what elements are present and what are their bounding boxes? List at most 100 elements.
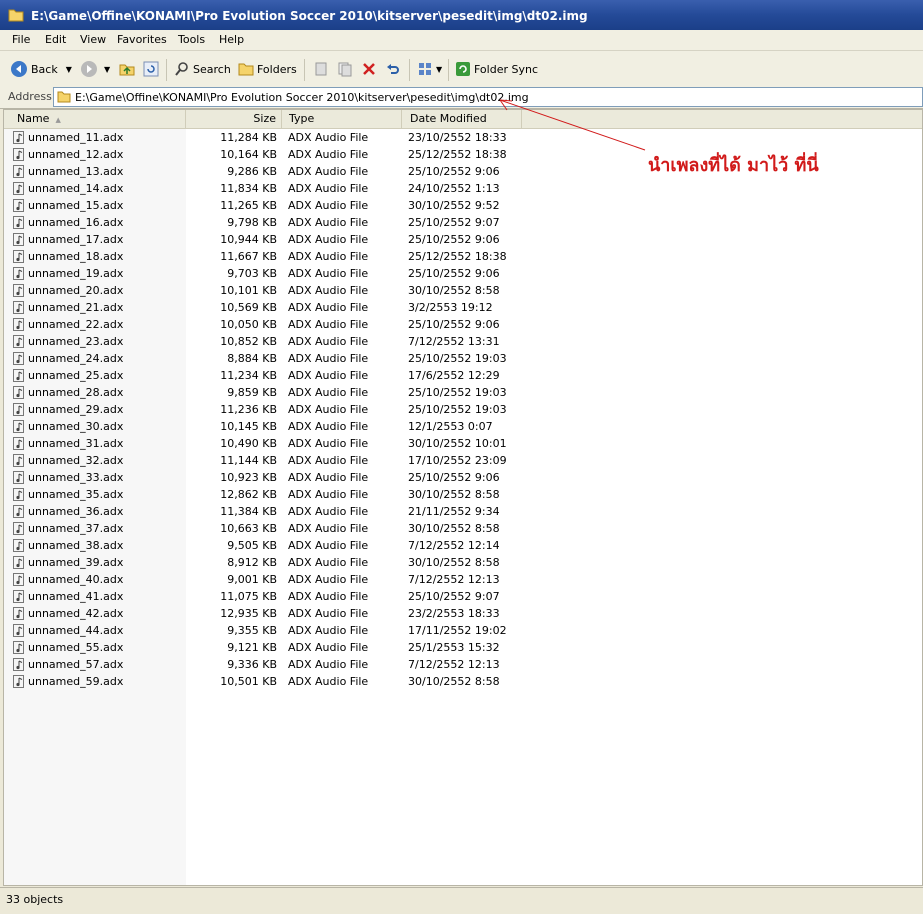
table-row[interactable]: unnamed_16.adx 9,798 KB ADX Audio File 25/1… <box>4 214 922 231</box>
table-row[interactable]: unnamed_24.adx 8,884 KB ADX Audio File 25/1… <box>4 350 922 367</box>
audio-file-icon <box>13 182 24 195</box>
file-date-modified: 3/2/2553 19:12 <box>408 301 493 314</box>
table-row[interactable]: unnamed_19.adx 9,703 KB ADX Audio File 25/1… <box>4 265 922 282</box>
refresh-icon <box>143 61 159 77</box>
file-date-modified: 30/10/2552 8:58 <box>408 675 500 688</box>
copy-to-button[interactable] <box>337 60 353 78</box>
table-row[interactable]: unnamed_55.adx 9,121 KB ADX Audio File 25/1… <box>4 639 922 656</box>
table-row[interactable]: unnamed_41.adx 11,075 KB ADX Audio File 25/… <box>4 588 922 605</box>
file-name: unnamed_42.adx <box>28 607 124 620</box>
audio-file-icon <box>13 250 24 263</box>
table-row[interactable]: unnamed_25.adx 11,234 KB ADX Audio File 17/… <box>4 367 922 384</box>
audio-file-icon <box>13 641 24 654</box>
file-name: unnamed_36.adx <box>28 505 124 518</box>
file-date-modified: 25/10/2552 9:06 <box>408 471 500 484</box>
search-button[interactable]: Search <box>174 60 231 78</box>
menu-favorites[interactable]: Favorites <box>117 33 167 46</box>
table-row[interactable]: unnamed_17.adx 10,944 KB ADX Audio File 25/… <box>4 231 922 248</box>
table-row[interactable]: unnamed_40.adx 9,001 KB ADX Audio File 7/12… <box>4 571 922 588</box>
file-size: 11,234 KB <box>220 369 277 382</box>
table-row[interactable]: unnamed_42.adx 12,935 KB ADX Audio File 23/… <box>4 605 922 622</box>
file-date-modified: 25/10/2552 19:03 <box>408 386 507 399</box>
menu-view[interactable]: View <box>80 33 106 46</box>
table-row[interactable]: unnamed_22.adx 10,050 KB ADX Audio File 25/… <box>4 316 922 333</box>
up-folder-button[interactable] <box>119 60 135 78</box>
file-date-modified: 7/12/2552 13:31 <box>408 335 500 348</box>
file-type: ADX Audio File <box>288 250 369 263</box>
file-type: ADX Audio File <box>288 369 369 382</box>
table-row[interactable]: unnamed_31.adx 10,490 KB ADX Audio File 30/… <box>4 435 922 452</box>
file-type: ADX Audio File <box>288 131 369 144</box>
file-size: 9,505 KB <box>227 539 277 552</box>
file-size: 10,101 KB <box>220 284 277 297</box>
back-button[interactable]: Back ▼ <box>10 60 72 78</box>
file-date-modified: 30/10/2552 8:58 <box>408 556 500 569</box>
views-button[interactable]: ▼ <box>418 60 442 78</box>
folder-sync-button[interactable]: Folder Sync <box>455 60 538 78</box>
table-row[interactable]: unnamed_44.adx 9,355 KB ADX Audio File 17/1… <box>4 622 922 639</box>
table-row[interactable]: unnamed_59.adx 10,501 KB ADX Audio File 30/… <box>4 673 922 690</box>
audio-file-icon <box>13 573 24 586</box>
table-row[interactable]: unnamed_35.adx 12,862 KB ADX Audio File 30/… <box>4 486 922 503</box>
delete-icon <box>363 63 375 75</box>
file-type: ADX Audio File <box>288 318 369 331</box>
audio-file-icon <box>13 267 24 280</box>
delete-button[interactable] <box>361 60 377 78</box>
file-size: 11,284 KB <box>220 131 277 144</box>
file-type: ADX Audio File <box>288 641 369 654</box>
column-size[interactable]: Size <box>186 110 282 128</box>
table-row[interactable]: unnamed_39.adx 8,912 KB ADX Audio File 30/1… <box>4 554 922 571</box>
file-date-modified: 25/10/2552 19:03 <box>408 403 507 416</box>
menu-file[interactable]: File <box>12 33 30 46</box>
file-date-modified: 23/2/2553 18:33 <box>408 607 500 620</box>
table-row[interactable]: unnamed_29.adx 11,236 KB ADX Audio File 25/… <box>4 401 922 418</box>
table-row[interactable]: unnamed_37.adx 10,663 KB ADX Audio File 30/… <box>4 520 922 537</box>
table-row[interactable]: unnamed_14.adx 11,834 KB ADX Audio File 24/… <box>4 180 922 197</box>
menu-tools[interactable]: Tools <box>178 33 205 46</box>
refresh-button[interactable] <box>143 60 159 78</box>
file-date-modified: 25/10/2552 9:06 <box>408 165 500 178</box>
table-row[interactable]: unnamed_36.adx 11,384 KB ADX Audio File 21/… <box>4 503 922 520</box>
file-size: 10,145 KB <box>220 420 277 433</box>
file-name: unnamed_30.adx <box>28 420 124 433</box>
search-icon <box>175 62 188 76</box>
table-row[interactable]: unnamed_30.adx 10,145 KB ADX Audio File 12/… <box>4 418 922 435</box>
forward-button[interactable]: ▼ <box>80 60 110 78</box>
file-list[interactable]: Name ▲ Size Type Date Modified unnamed_11… <box>3 109 923 886</box>
back-dropdown-icon[interactable]: ▼ <box>66 65 72 74</box>
table-row[interactable]: unnamed_15.adx 11,265 KB ADX Audio File 30/… <box>4 197 922 214</box>
column-type[interactable]: Type <box>282 110 402 128</box>
file-name: unnamed_28.adx <box>28 386 124 399</box>
file-size: 11,265 KB <box>220 199 277 212</box>
file-size: 9,355 KB <box>227 624 277 637</box>
table-row[interactable]: unnamed_32.adx 11,144 KB ADX Audio File 17/… <box>4 452 922 469</box>
menu-help[interactable]: Help <box>219 33 244 46</box>
folders-button[interactable]: Folders <box>238 60 297 78</box>
table-row[interactable]: unnamed_21.adx 10,569 KB ADX Audio File 3/2… <box>4 299 922 316</box>
address-input[interactable]: E:\Game\Offine\KONAMI\Pro Evolution Socc… <box>53 87 923 107</box>
forward-dropdown-icon[interactable]: ▼ <box>104 65 110 74</box>
table-row[interactable]: unnamed_18.adx 11,667 KB ADX Audio File 25/… <box>4 248 922 265</box>
table-row[interactable]: unnamed_23.adx 10,852 KB ADX Audio File 7/1… <box>4 333 922 350</box>
audio-file-icon <box>13 454 24 467</box>
menu-bar: File Edit View Favorites Tools Help <box>0 30 923 51</box>
audio-file-icon <box>13 607 24 620</box>
column-date-modified[interactable]: Date Modified <box>402 110 522 128</box>
sort-ascending-icon: ▲ <box>55 116 61 124</box>
table-row[interactable]: unnamed_20.adx 10,101 KB ADX Audio File 30/… <box>4 282 922 299</box>
table-row[interactable]: unnamed_11.adx 11,284 KB ADX Audio File 23/… <box>4 129 922 146</box>
table-row[interactable]: unnamed_57.adx 9,336 KB ADX Audio File 7/12… <box>4 656 922 673</box>
column-name[interactable]: Name ▲ <box>4 110 186 128</box>
file-name: unnamed_35.adx <box>28 488 124 501</box>
table-row[interactable]: unnamed_28.adx 9,859 KB ADX Audio File 25/1… <box>4 384 922 401</box>
file-name: unnamed_39.adx <box>28 556 124 569</box>
move-to-icon <box>315 62 327 76</box>
file-size: 10,923 KB <box>220 471 277 484</box>
menu-edit[interactable]: Edit <box>45 33 66 46</box>
table-row[interactable]: unnamed_38.adx 9,505 KB ADX Audio File 7/12… <box>4 537 922 554</box>
move-to-button[interactable] <box>313 60 329 78</box>
undo-button[interactable] <box>385 60 401 78</box>
file-date-modified: 7/12/2552 12:13 <box>408 573 500 586</box>
file-type: ADX Audio File <box>288 590 369 603</box>
table-row[interactable]: unnamed_33.adx 10,923 KB ADX Audio File 25/… <box>4 469 922 486</box>
